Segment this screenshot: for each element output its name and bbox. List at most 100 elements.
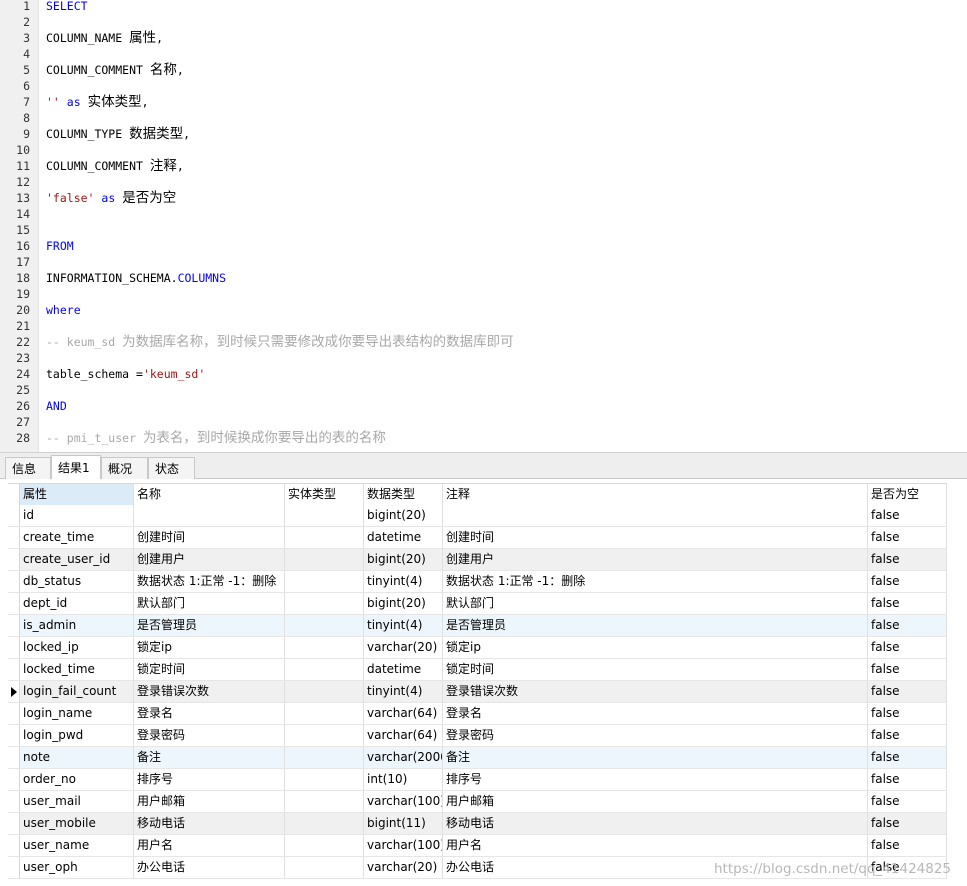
row-selector[interactable] — [8, 813, 20, 834]
table-row[interactable]: note 备注 varchar(2000 备注 false — [8, 747, 947, 769]
table-cell[interactable]: 是否管理员 — [443, 615, 868, 636]
table-cell[interactable]: 创建时间 — [443, 527, 868, 548]
table-cell[interactable]: false — [868, 769, 947, 790]
table-cell[interactable]: is_admin — [20, 615, 134, 636]
table-cell[interactable] — [285, 813, 364, 834]
sql-editor[interactable]: 1 SELECT 2 3 COLUMN_NAME 属性, 4 5 COLUMN_COMMENT… — [0, 0, 967, 452]
table-cell[interactable]: false — [868, 659, 947, 680]
row-selector[interactable] — [8, 593, 20, 614]
row-selector[interactable] — [8, 681, 20, 702]
column-header[interactable]: 属性 — [20, 484, 134, 505]
table-cell[interactable]: tinyint(4) — [364, 615, 443, 636]
table-cell[interactable]: false — [868, 549, 947, 570]
code-line[interactable]: 2 — [0, 14, 967, 30]
code-line[interactable]: 23 — [0, 350, 967, 366]
code-line[interactable]: 24 table_schema ='keum_sd' — [0, 366, 967, 382]
code-line[interactable]: 19 — [0, 286, 967, 302]
table-cell[interactable] — [285, 505, 364, 526]
table-cell[interactable]: false — [868, 593, 947, 614]
row-selector[interactable] — [8, 703, 20, 724]
table-cell[interactable]: 创建用户 — [443, 549, 868, 570]
code-line[interactable]: 5 COLUMN_COMMENT 名称, — [0, 62, 967, 78]
table-cell[interactable] — [285, 637, 364, 658]
table-cell[interactable]: 是否管理员 — [134, 615, 285, 636]
table-cell[interactable]: 排序号 — [443, 769, 868, 790]
table-cell[interactable]: int(10) — [364, 769, 443, 790]
table-row[interactable]: locked_time 锁定时间 datetime 锁定时间 false — [8, 659, 947, 681]
code-line[interactable]: 25 — [0, 382, 967, 398]
table-cell[interactable] — [285, 681, 364, 702]
code-line[interactable]: 12 — [0, 174, 967, 190]
table-cell[interactable]: note — [20, 747, 134, 768]
row-selector[interactable] — [8, 857, 20, 878]
code-line[interactable]: 27 — [0, 414, 967, 430]
table-row[interactable]: order_no 排序号 int(10) 排序号 false — [8, 769, 947, 791]
table-cell[interactable]: 创建时间 — [134, 527, 285, 548]
row-selector[interactable] — [8, 725, 20, 746]
table-cell[interactable] — [134, 505, 285, 526]
table-cell[interactable]: 登录错误次数 — [443, 681, 868, 702]
code-line[interactable]: 16 FROM — [0, 238, 967, 254]
row-selector[interactable] — [8, 571, 20, 592]
table-cell[interactable]: dept_id — [20, 593, 134, 614]
code-line[interactable]: 26 AND — [0, 398, 967, 414]
table-cell[interactable]: 登录密码 — [443, 725, 868, 746]
table-cell[interactable]: 登录密码 — [134, 725, 285, 746]
table-cell[interactable]: 默认部门 — [134, 593, 285, 614]
table-cell[interactable]: 用户名 — [443, 835, 868, 856]
table-cell[interactable]: 创建用户 — [134, 549, 285, 570]
table-cell[interactable]: false — [868, 835, 947, 856]
row-selector[interactable] — [8, 659, 20, 680]
table-cell[interactable]: login_name — [20, 703, 134, 724]
code-line[interactable]: 18 INFORMATION_SCHEMA.COLUMNS — [0, 270, 967, 286]
code-line[interactable]: 10 — [0, 142, 967, 158]
column-header[interactable]: 数据类型 — [364, 484, 443, 505]
table-row[interactable]: login_fail_count 登录错误次数 tinyint(4) 登录错误次数 fa… — [8, 681, 947, 703]
row-selector[interactable] — [8, 527, 20, 548]
table-row[interactable]: dept_id 默认部门 bigint(20) 默认部门 false — [8, 593, 947, 615]
table-cell[interactable] — [285, 769, 364, 790]
code-line[interactable]: 15 — [0, 222, 967, 238]
table-cell[interactable]: 用户邮箱 — [134, 791, 285, 812]
table-cell[interactable]: tinyint(4) — [364, 681, 443, 702]
table-cell[interactable]: 备注 — [134, 747, 285, 768]
table-cell[interactable]: varchar(100) — [364, 791, 443, 812]
code-line[interactable]: 3 COLUMN_NAME 属性, — [0, 30, 967, 46]
code-line[interactable]: 28 -- pmi_t_user 为表名，到时候换成你要导出的表的名称 — [0, 430, 967, 446]
table-cell[interactable] — [285, 747, 364, 768]
table-cell[interactable]: user_mail — [20, 791, 134, 812]
table-cell[interactable]: false — [868, 747, 947, 768]
table-cell[interactable]: db_status — [20, 571, 134, 592]
row-selector[interactable] — [8, 835, 20, 856]
code-line[interactable]: 9 COLUMN_TYPE 数据类型, — [0, 126, 967, 142]
row-selector[interactable] — [8, 747, 20, 768]
table-cell[interactable]: varchar(64) — [364, 703, 443, 724]
table-cell[interactable]: bigint(20) — [364, 549, 443, 570]
table-cell[interactable]: varchar(64) — [364, 725, 443, 746]
table-row[interactable]: create_user_id 创建用户 bigint(20) 创建用户 false — [8, 549, 947, 571]
row-selector[interactable] — [8, 549, 20, 570]
table-cell[interactable]: false — [868, 813, 947, 834]
table-cell[interactable] — [285, 725, 364, 746]
table-row[interactable]: id bigint(20) false — [8, 505, 947, 527]
table-cell[interactable]: 锁定ip — [443, 637, 868, 658]
table-cell[interactable]: create_time — [20, 527, 134, 548]
table-cell[interactable]: 锁定时间 — [443, 659, 868, 680]
code-line[interactable]: 22 -- keum_sd 为数据库名称，到时候只需要修改成你要导出表结构的数据库… — [0, 334, 967, 350]
tab-2[interactable]: 概况 — [101, 457, 148, 479]
table-cell[interactable] — [285, 571, 364, 592]
column-header[interactable]: 名称 — [134, 484, 285, 505]
table-cell[interactable] — [285, 835, 364, 856]
code-line[interactable]: 17 — [0, 254, 967, 270]
table-cell[interactable] — [285, 659, 364, 680]
tab-3[interactable]: 状态 — [148, 457, 195, 479]
table-cell[interactable]: 登录名 — [443, 703, 868, 724]
table-cell[interactable]: varchar(20) — [364, 857, 443, 878]
table-cell[interactable]: 锁定时间 — [134, 659, 285, 680]
table-cell[interactable]: 排序号 — [134, 769, 285, 790]
column-header[interactable]: 注释 — [443, 484, 868, 505]
table-row[interactable]: is_admin 是否管理员 tinyint(4) 是否管理员 false — [8, 615, 947, 637]
code-line[interactable]: 11 COLUMN_COMMENT 注释, — [0, 158, 967, 174]
table-cell[interactable]: false — [868, 791, 947, 812]
table-cell[interactable]: login_pwd — [20, 725, 134, 746]
